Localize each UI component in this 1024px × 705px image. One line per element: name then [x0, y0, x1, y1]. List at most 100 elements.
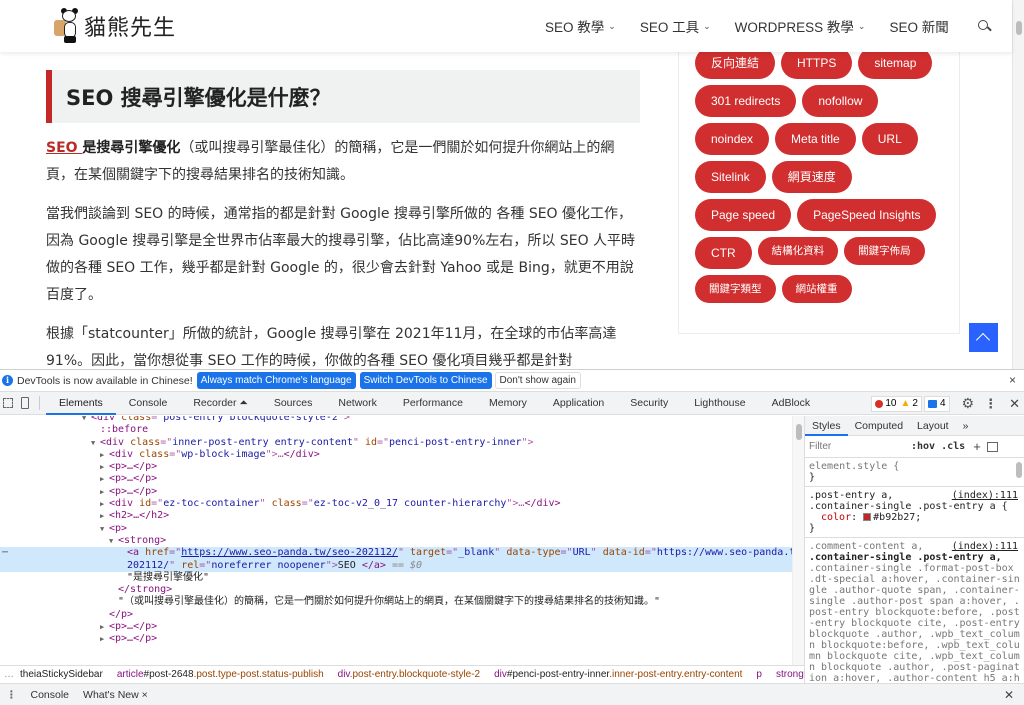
nav-seo-tools[interactable]: SEO 工具 ⌄	[640, 16, 711, 36]
issues-counter[interactable]: 10 ▲ 2	[871, 395, 922, 412]
close-drawer-icon[interactable]: ✕	[1004, 688, 1014, 702]
dom-node[interactable]: </strong>	[0, 584, 792, 596]
nav-wordpress-tutorial[interactable]: WORDPRESS 教學 ⌄	[735, 16, 866, 36]
devtools-tab-lighthouse[interactable]: Lighthouse	[681, 392, 758, 415]
breadcrumb-item[interactable]: theiaStickySidebar	[20, 669, 103, 680]
tag-link[interactable]: 網站權重	[781, 275, 852, 303]
styles-filter-input[interactable]	[809, 441, 905, 452]
gear-icon[interactable]: ⚙	[962, 395, 975, 412]
dom-text-node[interactable]: "是搜尋引擎優化"	[0, 572, 792, 584]
drawer-tab-whats-new[interactable]: What's New ×	[83, 689, 148, 701]
dom-node[interactable]: </p>	[0, 609, 792, 621]
dom-node[interactable]: ▼ <div class="post-entry blockquote-style…	[0, 416, 792, 424]
dom-node-selected[interactable]: ⋯ <a href="https://www.seo-panda.tw/seo-2…	[0, 547, 792, 560]
dom-node[interactable]: ▶ <p>…</p>	[0, 473, 792, 485]
site-logo[interactable]: 貓熊先生	[52, 8, 176, 44]
devtools-tab-recorder[interactable]: Recorder ⏶	[180, 392, 261, 415]
dont-show-again-button[interactable]: Don't show again	[494, 372, 581, 389]
declaration[interactable]: color: #b92b27;	[809, 512, 1020, 523]
tab-computed[interactable]: Computed	[848, 416, 910, 436]
toggle-sidebar-icon[interactable]	[986, 441, 998, 452]
paragraph-2: 當我們談論到 SEO 的時候，通常指的都是針對 Google 搜尋引擎所做的 各…	[46, 206, 636, 303]
dom-node[interactable]: ▶ <div id="ez-toc-container" class="ez-to…	[0, 498, 792, 510]
tag-link[interactable]: 關鍵字佈局	[844, 237, 925, 265]
more-options-icon[interactable]: ⋮	[984, 396, 997, 412]
tag-link[interactable]: 網頁速度	[771, 161, 852, 193]
tab-more[interactable]: »	[956, 416, 976, 436]
dom-node[interactable]: ▼ <p>	[0, 523, 792, 535]
breadcrumb-item[interactable]: strong	[776, 669, 804, 680]
styles-scrollbar[interactable]	[1014, 460, 1024, 683]
tag-link[interactable]: 301 redirects	[695, 85, 797, 117]
strong-text: 是搜尋引擎優化	[82, 140, 181, 156]
devtools-tab-console[interactable]: Console	[116, 392, 181, 415]
devtools-tab-elements[interactable]: Elements	[46, 392, 116, 415]
source-link[interactable]: (index):111	[952, 541, 1018, 552]
nav-label: SEO 工具	[639, 20, 700, 35]
devtools-tab-sources[interactable]: Sources	[261, 392, 326, 415]
devtools-toolbar-right: 10 ▲ 2 4 ⚙ ⋮ ✕	[869, 395, 1020, 412]
devtools-tab-memory[interactable]: Memory	[476, 392, 540, 415]
switch-to-chinese-button[interactable]: Switch DevTools to Chinese	[359, 372, 492, 389]
inspect-element-icon[interactable]	[3, 398, 13, 408]
href-link[interactable]: https://www.seo-panda.tw/seo-202112/	[181, 547, 398, 558]
devtools-tab-application[interactable]: Application	[540, 392, 617, 415]
dom-node[interactable]: ▶ <p>…</p>	[0, 461, 792, 473]
drawer-menu-icon[interactable]: ⋮	[6, 689, 17, 701]
breadcrumb-item[interactable]: article#post-2648.post.type-post.status-…	[117, 669, 324, 680]
tag-link[interactable]: 結構化資料	[757, 237, 839, 265]
search-icon[interactable]	[977, 19, 991, 33]
breadcrumb-item[interactable]: div.post-entry.blockquote-style-2	[338, 669, 480, 680]
breadcrumb-item[interactable]: p	[756, 669, 762, 680]
hov-toggle[interactable]: :hov	[911, 441, 935, 452]
device-toggle-icon[interactable]	[21, 397, 29, 409]
style-rule[interactable]: (index):111 .comment-content a, .contain…	[805, 538, 1024, 683]
tag-link[interactable]: URL	[861, 123, 918, 155]
dom-node[interactable]: ▶ <div class="wp-block-image">…</div>	[0, 449, 792, 461]
breadcrumb-overflow[interactable]: …	[4, 669, 14, 680]
cls-toggle[interactable]: .cls	[941, 441, 965, 452]
match-language-button[interactable]: Always match Chrome's language	[196, 372, 356, 389]
nav-seo-news[interactable]: SEO 新聞	[889, 16, 948, 36]
back-to-top-button[interactable]	[969, 323, 998, 352]
devtools-tab-security[interactable]: Security	[617, 392, 681, 415]
color-swatch[interactable]	[863, 513, 872, 521]
new-rule-icon[interactable]: +	[973, 439, 981, 454]
style-rule[interactable]: (index):111 .post-entry a, .container-si…	[805, 487, 1024, 538]
tab-layout[interactable]: Layout	[910, 416, 956, 436]
devtools-tab-network[interactable]: Network	[325, 392, 390, 415]
brace: }	[809, 523, 816, 534]
dom-node[interactable]: ▶ <h2>…</h2>	[0, 510, 792, 522]
style-rule-element[interactable]: element.style { }	[805, 458, 1024, 487]
dom-node-selected-cont[interactable]: 202112/" rel="noreferrer noopener">SEO <…	[0, 559, 792, 572]
tag-link[interactable]: Sitelink	[695, 161, 766, 193]
source-link[interactable]: (index):111	[952, 490, 1018, 501]
dom-pseudo[interactable]: ::before	[0, 424, 792, 436]
tag-link[interactable]: Page speed	[695, 199, 792, 231]
tab-styles[interactable]: Styles	[805, 416, 848, 436]
dom-node[interactable]: ▼ <strong>	[0, 535, 792, 547]
page-scrollbar[interactable]	[1012, 0, 1024, 369]
tag-link[interactable]: Meta title	[775, 123, 856, 155]
devtools-tab-performance[interactable]: Performance	[390, 392, 476, 415]
tag-link[interactable]: nofollow	[802, 85, 879, 117]
close-icon[interactable]: ×	[1009, 373, 1016, 387]
dom-node[interactable]: ▶ <p>…</p>	[0, 486, 792, 498]
nav-seo-tutorial[interactable]: SEO 教學 ⌄	[545, 16, 616, 36]
messages-counter[interactable]: 4	[923, 395, 950, 412]
tag-link[interactable]: 關鍵字類型	[695, 275, 776, 303]
elements-scrollbar[interactable]	[792, 416, 804, 665]
close-devtools-icon[interactable]: ✕	[1009, 396, 1020, 412]
dom-node[interactable]: ▼ <div class="inner-post-entry entry-cont…	[0, 437, 792, 449]
dom-node[interactable]: ▶ <p>…</p>	[0, 633, 792, 645]
tag-cloud-widget: 反向連結 HTTPS sitemap 301 redirects nofollow noi…	[678, 20, 960, 334]
devtools-tab-adblock[interactable]: AdBlock	[759, 392, 824, 415]
tag-link[interactable]: PageSpeed Insights	[797, 199, 937, 231]
seo-link[interactable]: SEO	[46, 140, 82, 156]
drawer-tab-console[interactable]: Console	[31, 689, 70, 701]
tag-link[interactable]: CTR	[695, 237, 752, 269]
tag-link[interactable]: noindex	[695, 123, 770, 155]
dom-text-node[interactable]: "（或叫搜尋引擎最佳化）的簡稱，它是一們關於如何提升你網站上的網頁，在某個關鍵字…	[0, 596, 792, 608]
breadcrumb-item[interactable]: div#penci-post-entry-inner.inner-post-en…	[494, 669, 742, 680]
dom-node[interactable]: ▶ <p>…</p>	[0, 621, 792, 633]
